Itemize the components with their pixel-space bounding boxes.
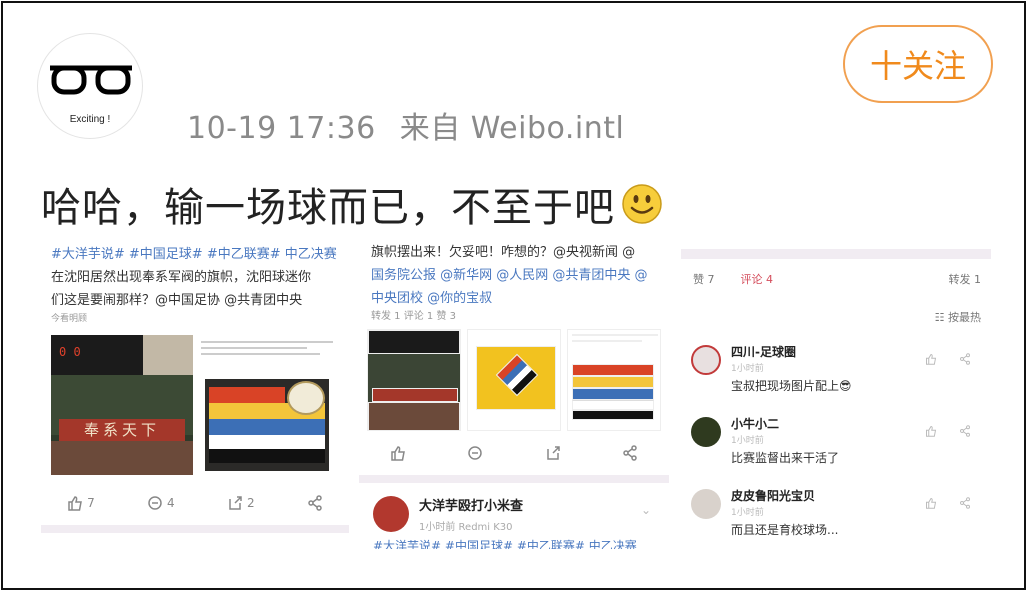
tab-likes[interactable]: 赞 7 — [693, 271, 715, 287]
comment-actions — [925, 425, 971, 437]
next-post-time: 1小时前 Redmi K30 — [419, 522, 513, 533]
repost-like-button[interactable] — [390, 445, 406, 461]
thumbs-up-icon — [391, 446, 405, 461]
comment-icon — [148, 496, 162, 510]
thumbs-up-icon[interactable] — [925, 425, 937, 437]
chevron-down-icon[interactable]: ⌄ — [641, 503, 651, 517]
comment-time: 1小时前 — [731, 364, 764, 374]
comment-item: 四川-足球圈 1小时前 宝叔把现场图片配上😎 — [691, 343, 981, 407]
thumbs-up-icon[interactable] — [925, 353, 937, 365]
repost-image-stadium[interactable] — [367, 329, 461, 431]
share-out-icon — [547, 446, 560, 460]
screenshot-panel-repost: 旗帜摆出来！欠妥吧！咋想的？@央视新闻 @ 国务院公报 @新华网 @人民网 @共… — [359, 239, 669, 549]
sort-hot-button[interactable]: ☷ 按最热 — [935, 309, 981, 325]
comment-text: 比赛监督出来干活了 — [731, 451, 840, 465]
share-nodes-icon[interactable] — [959, 353, 971, 365]
tab-comments[interactable]: 评论 4 — [741, 271, 774, 287]
avatar[interactable] — [691, 345, 721, 375]
news-flag-image[interactable] — [199, 335, 335, 475]
tab-shares[interactable]: 转发 1 — [949, 271, 982, 287]
comment-actions — [925, 353, 971, 365]
user-avatar[interactable]: Exciting ! — [37, 33, 143, 139]
post-text: 哈哈，输一场球而已，不至于吧 — [41, 185, 615, 231]
repost-stats: 转发 1 评论 1 赞 3 — [371, 311, 456, 322]
thumbs-up-icon — [68, 496, 83, 511]
avatar[interactable] — [691, 417, 721, 447]
post-source[interactable]: 来自 Weibo.intl — [400, 111, 625, 146]
repost-image-flag-emblem[interactable] — [467, 329, 561, 431]
follow-button[interactable]: 十关注 — [843, 25, 993, 103]
comment-text: 宝叔把现场图片配上😎 — [731, 379, 852, 393]
post-date: 10-19 17:36 — [187, 111, 376, 146]
original-post-text: #大洋芋说# #中国足球# #中乙联赛# 中乙决赛 在沈阳居然出现奉系军阀的旗帜… — [51, 243, 343, 312]
original-post-line-3: 们这是要闹那样？@中国足协 @共青团中央 — [51, 293, 303, 308]
repost-share-button[interactable] — [545, 445, 561, 461]
avatar[interactable] — [373, 496, 409, 532]
avatar[interactable] — [691, 489, 721, 519]
repost-line-1: 旗帜摆出来！欠妥吧！咋想的？@央视新闻 @ — [371, 245, 636, 260]
comment-stats-tabs: 赞 7 评论 4 转发 1 — [693, 271, 981, 287]
comment-item: 皮皮鲁阳光宝贝 1小时前 而且还是育校球场... — [691, 487, 981, 549]
reading-count: 今看明顾 — [51, 314, 88, 324]
avatar-caption: Exciting ! — [69, 114, 111, 125]
smile-emoji-icon — [622, 184, 662, 224]
comment-button[interactable]: 4 — [147, 495, 175, 511]
original-post-line-2: 在沈阳居然出现奉系军阀的旗帜，沈阳球迷你 — [51, 270, 312, 285]
comment-item: 小牛小二 1小时前 比赛监督出来干活了 — [691, 415, 981, 479]
glasses-icon — [50, 65, 132, 95]
share-nodes-icon[interactable] — [959, 425, 971, 437]
share-nodes-icon — [623, 445, 637, 461]
share-out-icon — [229, 496, 242, 510]
scoreboard: 0 0 — [59, 345, 81, 359]
post-body: 哈哈，输一场球而已，不至于吧 — [41, 175, 663, 233]
panel-separator — [681, 249, 991, 259]
repost-text: 旗帜摆出来！欠妥吧！咋想的？@央视新闻 @ 国务院公报 @新华网 @人民网 @共… — [371, 241, 663, 310]
panel-separator — [41, 525, 349, 533]
repost-actions — [359, 445, 669, 461]
banner-text: 奉系天下 — [59, 419, 185, 441]
share-button[interactable]: 2 — [227, 495, 255, 511]
comment-author[interactable]: 小牛小二 — [731, 415, 779, 432]
original-post-actions: 7 4 2 — [41, 495, 349, 511]
repost-comment-button[interactable] — [467, 445, 483, 461]
stadium-photo[interactable]: 0 0 奉系天下 — [51, 335, 193, 475]
like-button[interactable]: 7 — [67, 495, 95, 511]
comment-author[interactable]: 皮皮鲁阳光宝贝 — [731, 487, 815, 504]
screenshot-panel-original-post: #大洋芋说# #中国足球# #中乙联赛# 中乙决赛 在沈阳居然出现奉系军阀的旗帜… — [41, 239, 349, 549]
screenshot-panel-comments: 赞 7 评论 4 转发 1 ☷ 按最热 四川-足球圈 1小时前 宝叔把现场图片配… — [681, 239, 991, 549]
comment-time: 1小时前 — [731, 436, 764, 446]
comment-icon — [468, 446, 482, 460]
comment-actions — [925, 497, 971, 509]
more-share-button[interactable] — [307, 495, 323, 511]
repost-line-2: 国务院公报 @新华网 @人民网 @共青团中央 @ — [371, 268, 648, 283]
like-count: 7 — [87, 496, 95, 510]
share-nodes-icon — [308, 495, 322, 511]
comment-count: 4 — [167, 496, 175, 510]
repost-images — [367, 329, 661, 431]
comment-text: 而且还是育校球场... — [731, 523, 839, 537]
share-nodes-icon[interactable] — [959, 497, 971, 509]
share-count: 2 — [246, 496, 255, 510]
comment-time: 1小时前 — [731, 508, 764, 518]
repost-image-flag[interactable] — [567, 329, 661, 431]
repost-more-button[interactable] — [622, 445, 638, 461]
weibo-post: Exciting ! 10-19 17:36 来自 Weibo.intl 十关注… — [1, 1, 1026, 590]
original-post-line-1: #大洋芋说# #中国足球# #中乙联赛# 中乙决赛 — [51, 247, 337, 262]
panel-separator — [359, 475, 669, 483]
next-post-header[interactable]: 大洋芋殴打小米查 1小时前 Redmi K30 ⌄ — [373, 495, 663, 533]
next-post-text: #大洋芋说# #中国足球# #中乙联赛# 中乙决赛 — [373, 539, 637, 549]
next-post-author: 大洋芋殴打小米查 — [419, 499, 524, 514]
comment-author[interactable]: 四川-足球圈 — [731, 343, 796, 360]
post-meta: 10-19 17:36 来自 Weibo.intl — [187, 103, 638, 147]
thumbs-up-icon[interactable] — [925, 497, 937, 509]
